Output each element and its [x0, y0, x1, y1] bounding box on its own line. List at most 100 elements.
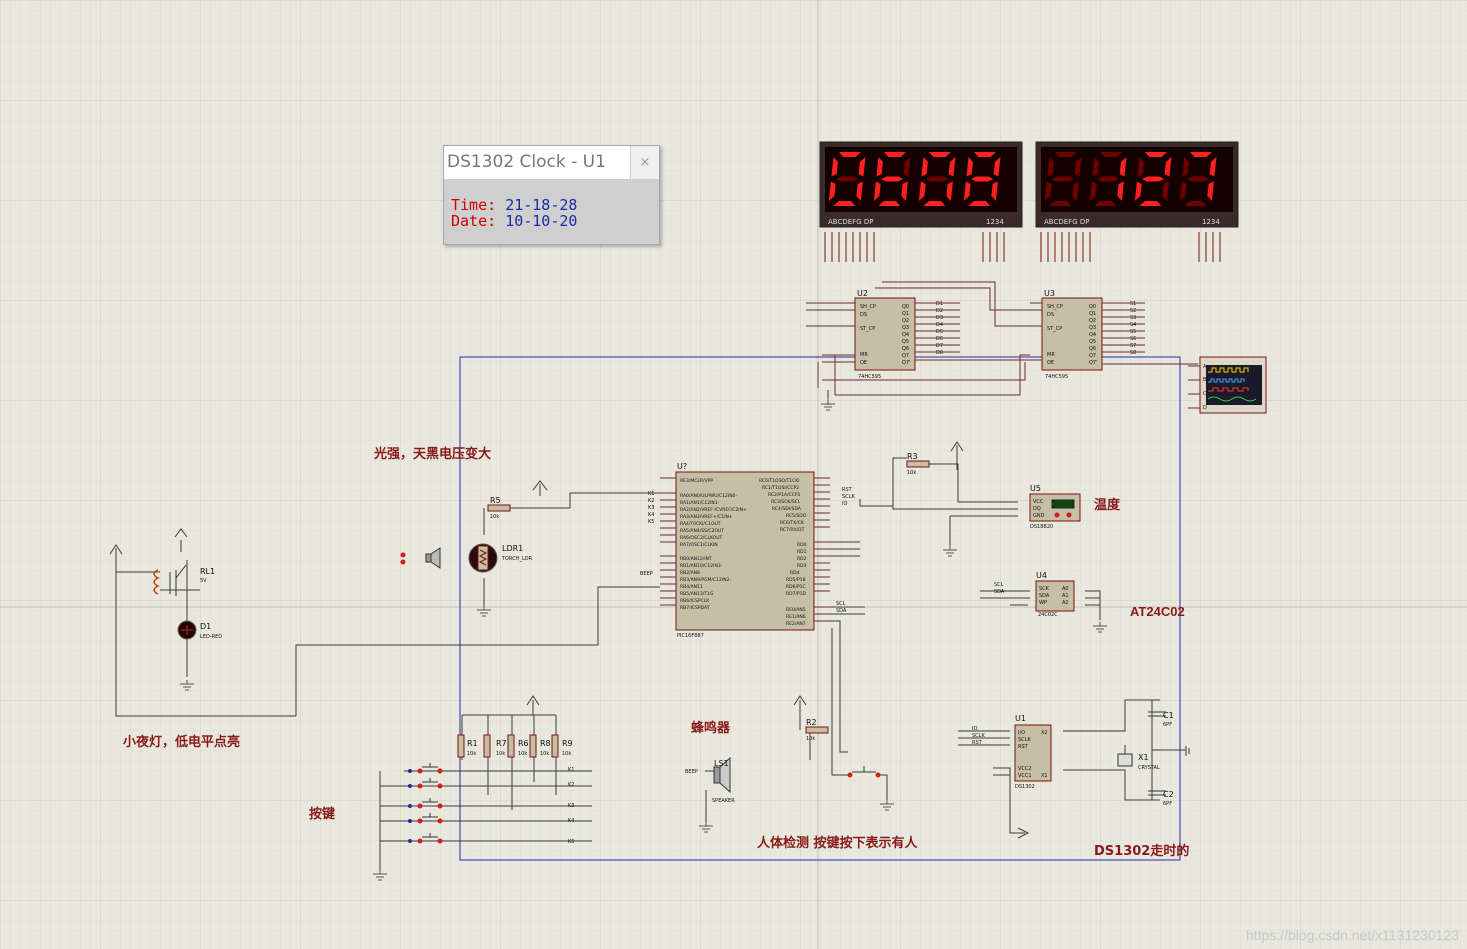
- svg-text:Q7': Q7': [902, 360, 911, 366]
- svg-text:OE: OE: [860, 360, 867, 366]
- close-icon[interactable]: ×: [630, 146, 659, 179]
- svg-text:RE0/AN5: RE0/AN5: [786, 607, 806, 613]
- svg-text:S3: S3: [1130, 315, 1136, 321]
- svg-text:RC1/T1OSI/CCP2: RC1/T1OSI/CCP2: [762, 485, 799, 491]
- svg-text:RD0: RD0: [797, 542, 807, 548]
- svg-text:D1: D1: [936, 301, 943, 307]
- svg-text:K2: K2: [648, 498, 654, 504]
- oscilloscope-instrument[interactable]: A B C D: [1188, 356, 1267, 414]
- svg-text:RC0/T1OSO/T1CKI: RC0/T1OSO/T1CKI: [759, 478, 800, 484]
- popup-titlebar[interactable]: DS1302 Clock - U1 ×: [444, 146, 659, 179]
- svg-text:SDA: SDA: [836, 608, 847, 614]
- svg-text:D2: D2: [936, 308, 943, 314]
- svg-text:10k: 10k: [806, 736, 815, 742]
- u1-type: DS1302: [1015, 784, 1035, 790]
- svg-text:Q1: Q1: [902, 311, 909, 317]
- svg-text:RC4/SDI/SDA: RC4/SDI/SDA: [772, 506, 802, 512]
- svg-text:SCLK: SCLK: [1018, 737, 1031, 743]
- svg-text:IO: IO: [972, 726, 977, 732]
- svg-text:C: C: [1203, 391, 1207, 397]
- date-value: 10-10-20: [505, 212, 578, 230]
- annotation-keys: 按键: [309, 806, 335, 822]
- svg-text:10k: 10k: [518, 751, 527, 757]
- ds1302-clock-popup[interactable]: DS1302 Clock - U1 × Time: 21-18-28 Date:…: [443, 145, 660, 245]
- svg-text:D6: D6: [936, 336, 943, 342]
- svg-text:Q7: Q7: [902, 353, 909, 359]
- u3-label: U3: [1044, 289, 1055, 298]
- u2-label: U2: [857, 289, 868, 298]
- annotation-buzzer: 蜂鸣器: [691, 720, 731, 736]
- svg-text:RB5/AN13/T1G: RB5/AN13/T1G: [680, 591, 714, 597]
- display-pin-labels: ABCDEFG DP: [1044, 218, 1089, 226]
- svg-text:A2: A2: [1062, 600, 1069, 606]
- svg-text:S4: S4: [1130, 322, 1136, 328]
- svg-text:S5: S5: [1130, 329, 1136, 335]
- svg-text:S2: S2: [1130, 308, 1136, 314]
- svg-text:10k: 10k: [907, 470, 916, 476]
- svg-text:RD2: RD2: [797, 556, 807, 562]
- svg-text:R1: R1: [467, 739, 478, 748]
- svg-text:D: D: [1203, 405, 1207, 411]
- svg-text:Q4: Q4: [902, 332, 909, 338]
- svg-text:10k: 10k: [490, 514, 499, 520]
- svg-text:K3: K3: [648, 505, 654, 511]
- svg-text:SPEAKER: SPEAKER: [712, 798, 735, 804]
- svg-text:R2: R2: [806, 718, 817, 727]
- svg-text:SH_CP: SH_CP: [860, 304, 876, 310]
- svg-text:RD6/P1C: RD6/P1C: [786, 584, 806, 590]
- svg-text:BEEP: BEEP: [640, 571, 653, 577]
- svg-text:K5: K5: [648, 519, 654, 525]
- svg-text:A0: A0: [1062, 586, 1069, 592]
- svg-text:D4: D4: [936, 322, 943, 328]
- svg-text:WP: WP: [1039, 600, 1047, 606]
- u5-label: U5: [1030, 484, 1041, 493]
- u4-label: U4: [1036, 571, 1047, 580]
- svg-text:S6: S6: [1130, 336, 1136, 342]
- svg-text:D1: D1: [200, 622, 211, 631]
- svg-text:SCK: SCK: [1039, 586, 1050, 592]
- svg-text:RB7/ICSPDAT: RB7/ICSPDAT: [680, 605, 710, 611]
- u2-type: 74HC595: [858, 374, 881, 380]
- mcu-ref: U?: [677, 462, 687, 471]
- svg-text:A1: A1: [1062, 593, 1069, 599]
- annotation-light: 光强，天黑电压变大: [373, 446, 491, 462]
- svg-text:RD1: RD1: [797, 549, 807, 555]
- svg-text:10k: 10k: [540, 751, 549, 757]
- svg-text:OE: OE: [1047, 360, 1054, 366]
- svg-text:MR: MR: [1047, 352, 1055, 358]
- svg-text:A: A: [1203, 364, 1207, 370]
- svg-text:5V: 5V: [200, 578, 207, 584]
- svg-text:R3: R3: [907, 452, 918, 461]
- svg-text:SH_CP: SH_CP: [1047, 304, 1063, 310]
- svg-text:D3: D3: [936, 315, 943, 321]
- svg-text:RA4/T0CKI/C1OUT: RA4/T0CKI/C1OUT: [680, 521, 721, 527]
- svg-text:RA3/AN3/VREF+/C1IN+: RA3/AN3/VREF+/C1IN+: [680, 514, 733, 520]
- svg-text:RB2/AN8: RB2/AN8: [680, 570, 700, 576]
- display-pin-labels: ABCDEFG DP: [828, 218, 873, 226]
- svg-text:VCC1: VCC1: [1018, 773, 1032, 779]
- seven-segment-display-right: ABCDEFG DP 1234: [1035, 141, 1239, 228]
- svg-text:Q2: Q2: [902, 318, 909, 324]
- svg-text:Q0: Q0: [902, 304, 909, 310]
- svg-text:RB0/AN12/INT: RB0/AN12/INT: [680, 556, 712, 562]
- svg-text:RST: RST: [842, 487, 853, 493]
- svg-text:TORCH_LDR: TORCH_LDR: [501, 556, 533, 562]
- seven-segment-display-left: ABCDEFG DP 1234: [819, 141, 1023, 228]
- schematic-canvas[interactable]: ABCDEFG DP 1234 ABCDEFG DP 1234 U2 74HC5…: [0, 0, 1467, 949]
- svg-text:VCC: VCC: [1033, 499, 1044, 505]
- svg-text:Q1: Q1: [1089, 311, 1096, 317]
- svg-text:VCC2: VCC2: [1018, 766, 1032, 772]
- svg-text:LS1: LS1: [714, 759, 729, 768]
- svg-text:RB6/ICSPCLK: RB6/ICSPCLK: [680, 598, 710, 604]
- svg-text:RD3: RD3: [797, 563, 807, 569]
- svg-text:RD7/P1D: RD7/P1D: [786, 591, 807, 597]
- svg-text:RE2/AN7: RE2/AN7: [786, 621, 806, 627]
- svg-text:RA5/AN4/SS/C2OUT: RA5/AN4/SS/C2OUT: [680, 528, 724, 534]
- svg-text:RA6/OSC2/CLKOUT: RA6/OSC2/CLKOUT: [680, 535, 723, 541]
- svg-text:Q6: Q6: [1089, 346, 1096, 352]
- svg-text:6PF: 6PF: [1163, 801, 1172, 807]
- mcu-type: PIC16F887: [677, 633, 704, 639]
- svg-text:Q5: Q5: [902, 339, 909, 345]
- display-pin-labels-right: 1234: [986, 218, 1004, 226]
- display-pin-labels-right: 1234: [1202, 218, 1220, 226]
